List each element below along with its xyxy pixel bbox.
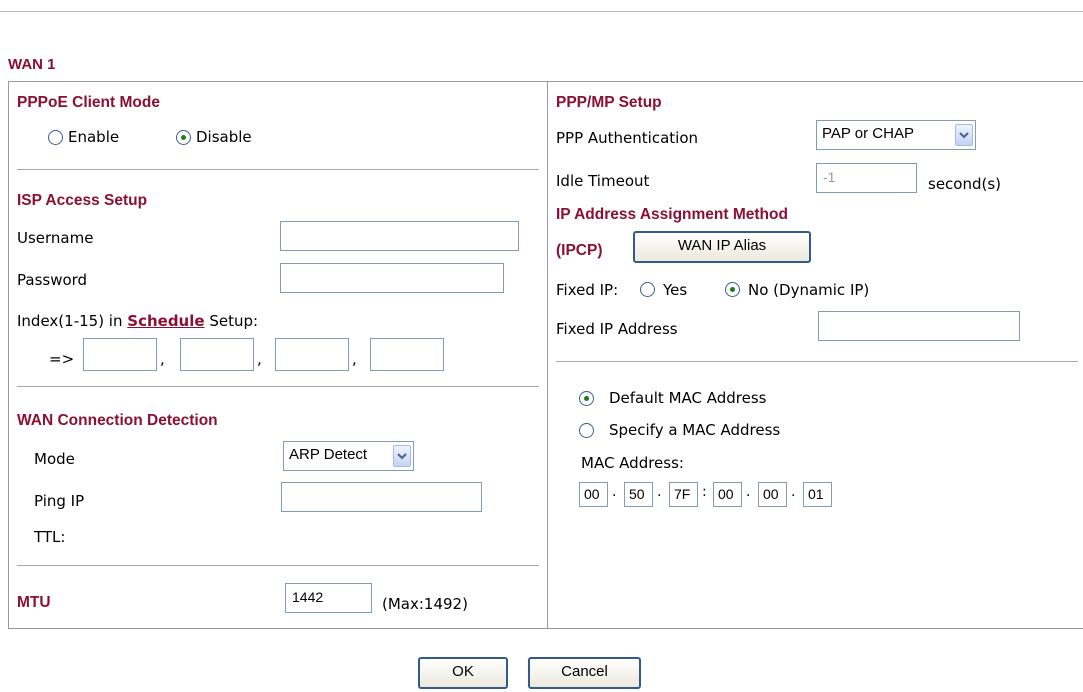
- schedule-index-prefix: Index(1-15) in: [17, 312, 123, 330]
- mac-octet-1[interactable]: 00: [579, 482, 608, 507]
- mac-separator: :: [702, 484, 707, 500]
- password-input[interactable]: [280, 263, 504, 293]
- schedule-index-label: Index(1-15) in Schedule Setup:: [17, 312, 258, 330]
- mac-separator: .: [657, 484, 662, 500]
- mac-separator: .: [612, 484, 617, 500]
- mac-octet-6[interactable]: 01: [803, 482, 832, 507]
- schedule-index-2[interactable]: [180, 338, 254, 371]
- mtu-label: MTU: [17, 594, 51, 611]
- section-divider: [556, 361, 1078, 362]
- cancel-button[interactable]: Cancel: [528, 657, 641, 689]
- pppoe-disable-label: Disable: [196, 128, 252, 146]
- comma-separator: ,: [257, 350, 262, 368]
- comma-separator: ,: [352, 350, 357, 368]
- ipcp-label: (IPCP): [556, 242, 603, 259]
- section-divider: [17, 386, 539, 387]
- mtu-max-hint: (Max:1492): [382, 595, 468, 613]
- fixed-ip-no-radio[interactable]: [725, 282, 740, 297]
- mac-octet-3[interactable]: 7F: [669, 482, 698, 507]
- ping-ip-input[interactable]: [281, 482, 482, 512]
- specify-mac-label: Specify a MAC Address: [609, 421, 781, 439]
- mac-separator: .: [746, 484, 751, 500]
- fixed-ip-address-input[interactable]: [818, 311, 1020, 341]
- schedule-index-suffix: Setup:: [209, 312, 259, 330]
- schedule-index-1[interactable]: [83, 338, 157, 371]
- mtu-input[interactable]: 1442: [285, 583, 372, 613]
- ppp-auth-label: PPP Authentication: [556, 129, 699, 147]
- detection-section-title: WAN Connection Detection: [17, 412, 218, 429]
- specify-mac-radio[interactable]: [579, 423, 594, 438]
- fixed-ip-no-label: No (Dynamic IP): [748, 281, 870, 299]
- ppp-auth-select[interactable]: PAP or CHAP: [816, 120, 976, 150]
- pppoe-enable-radio[interactable]: [48, 130, 63, 145]
- ping-ip-label: Ping IP: [34, 492, 85, 510]
- comma-separator: ,: [160, 350, 165, 368]
- section-divider: [17, 565, 539, 566]
- username-label: Username: [17, 229, 94, 247]
- ok-button[interactable]: OK: [418, 657, 508, 689]
- mac-octet-2[interactable]: 50: [624, 482, 653, 507]
- fixed-ip-label: Fixed IP:: [556, 281, 619, 299]
- mac-separator: .: [791, 484, 796, 500]
- mac-octet-4[interactable]: 00: [713, 482, 742, 507]
- pppoe-disable-radio[interactable]: [176, 130, 191, 145]
- mode-label: Mode: [34, 450, 75, 468]
- idle-timeout-unit: second(s): [928, 175, 1002, 193]
- mode-select[interactable]: ARP Detect: [283, 441, 414, 471]
- wan-ip-alias-button[interactable]: WAN IP Alias: [633, 231, 811, 263]
- schedule-arrow: =>: [49, 350, 75, 368]
- ppp-auth-value: PAP or CHAP: [822, 125, 914, 142]
- chevron-down-icon[interactable]: [955, 124, 973, 146]
- column-divider: [547, 81, 548, 629]
- mac-address-label: MAC Address:: [581, 454, 684, 472]
- password-label: Password: [17, 271, 88, 289]
- default-mac-label: Default MAC Address: [609, 389, 767, 407]
- mac-octet-5[interactable]: 00: [758, 482, 787, 507]
- page-title: WAN 1: [8, 56, 56, 73]
- username-input[interactable]: [280, 221, 519, 251]
- mode-select-value: ARP Detect: [289, 446, 368, 463]
- section-divider: [17, 169, 539, 170]
- ppp-section-title: PPP/MP Setup: [556, 94, 662, 111]
- ttl-label: TTL:: [34, 528, 66, 546]
- fixed-ip-yes-radio[interactable]: [640, 282, 655, 297]
- top-divider: [0, 11, 1083, 12]
- schedule-link[interactable]: Schedule: [127, 312, 204, 330]
- idle-timeout-label: Idle Timeout: [556, 172, 650, 190]
- pppoe-section-title: PPPoE Client Mode: [17, 94, 160, 111]
- fixed-ip-yes-label: Yes: [663, 281, 688, 299]
- settings-frame: [8, 81, 1083, 629]
- fixed-ip-address-label: Fixed IP Address: [556, 320, 678, 338]
- isp-section-title: ISP Access Setup: [17, 192, 148, 209]
- pppoe-enable-label: Enable: [68, 128, 120, 146]
- schedule-index-4[interactable]: [370, 338, 444, 371]
- chevron-down-icon[interactable]: [393, 445, 411, 467]
- ip-assignment-title: IP Address Assignment Method: [556, 206, 788, 223]
- default-mac-radio[interactable]: [579, 391, 594, 406]
- idle-timeout-input[interactable]: -1: [816, 163, 917, 193]
- schedule-index-3[interactable]: [275, 338, 349, 371]
